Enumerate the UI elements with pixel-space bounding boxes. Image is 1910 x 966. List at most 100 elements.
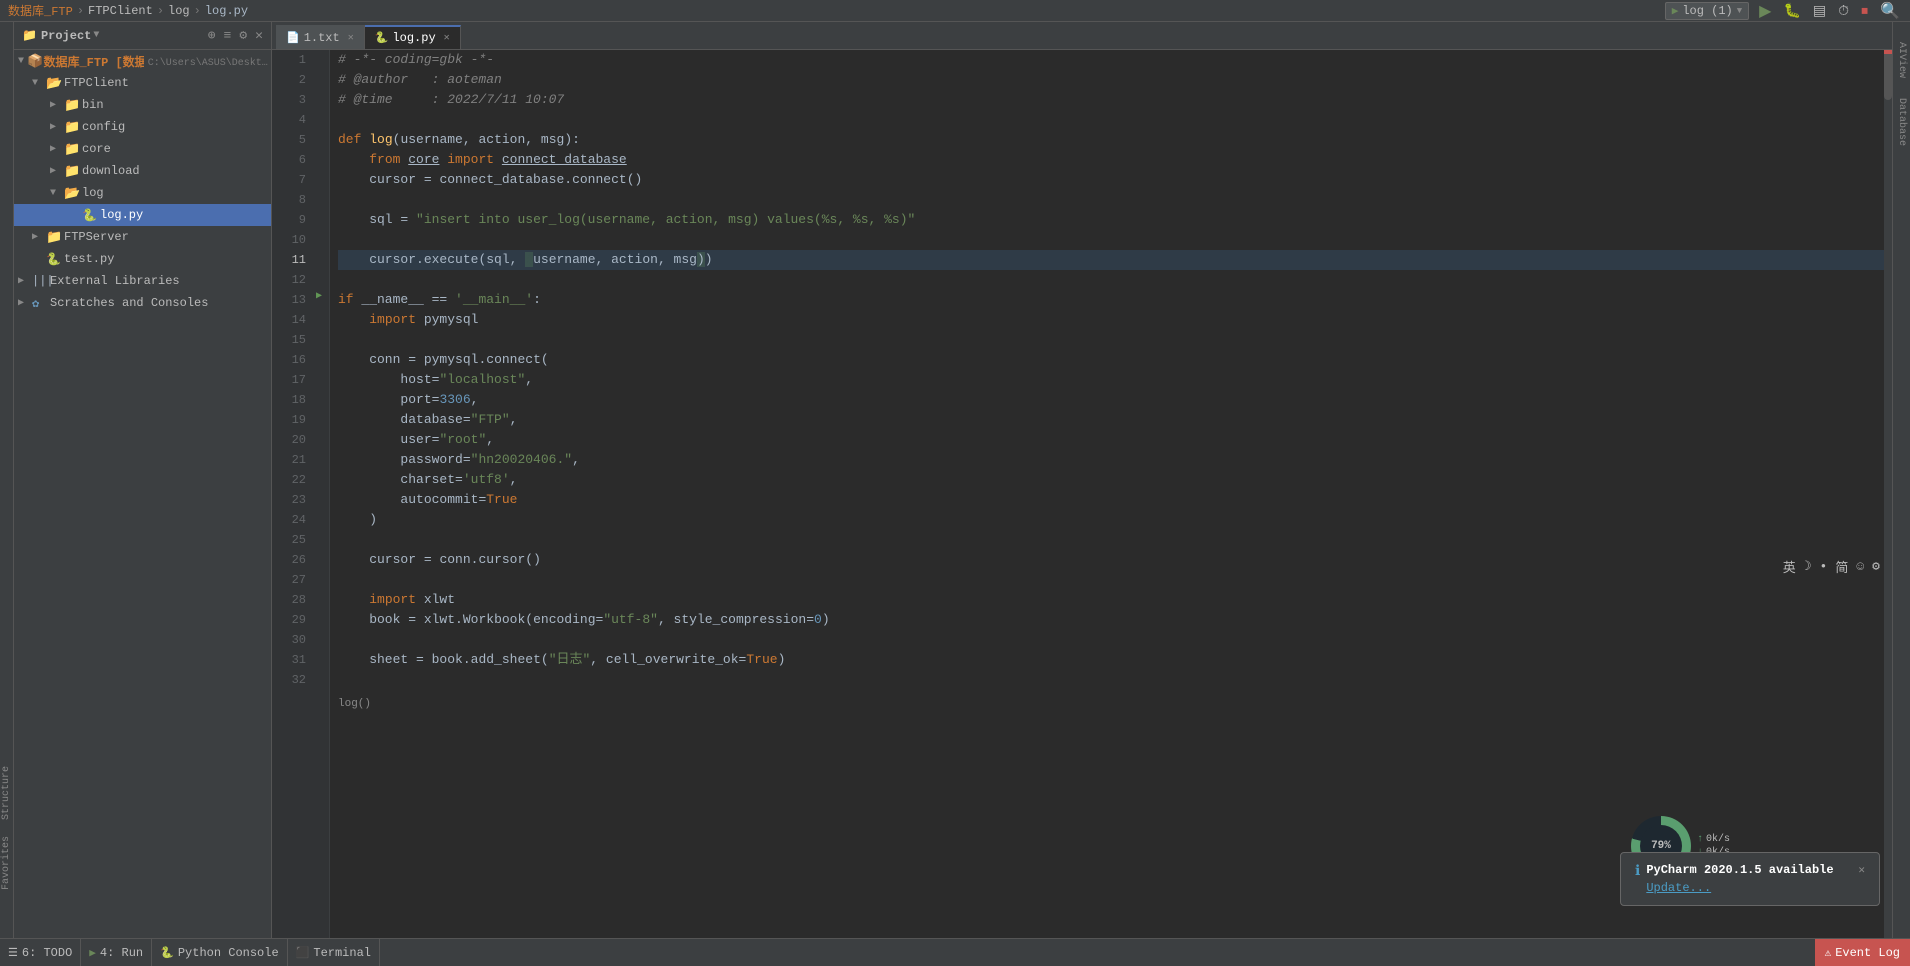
line-num-24: 24: [272, 510, 306, 530]
code-line-8: [338, 190, 1884, 210]
todo-btn[interactable]: ☰ 6: TODO: [0, 939, 81, 966]
code-line-22: charset='utf8',: [338, 470, 1884, 490]
code-line-1: # -*- coding=gbk -*-: [338, 50, 1884, 70]
code-line-32: [338, 670, 1884, 690]
locate-icon[interactable]: ⊕: [208, 28, 216, 43]
tabs-bar: 📄 1.txt ✕ 🐍 log.py ✕: [272, 22, 1892, 50]
fold-arrow-13[interactable]: ▶: [316, 290, 322, 302]
tab-logpy-close[interactable]: ✕: [444, 32, 450, 44]
tree-item-log-folder[interactable]: ▼ 📂 log: [14, 182, 271, 204]
breadcrumb-sep-0: ›: [77, 4, 84, 18]
settings-gear-icon[interactable]: ⚙: [239, 28, 247, 43]
collapse-icon[interactable]: ≡: [224, 28, 232, 43]
python-console-icon: 🐍: [160, 946, 174, 960]
code-line-20: user="root",: [338, 430, 1884, 450]
line-num-23: 23: [272, 490, 306, 510]
line-num-28: 28: [272, 590, 306, 610]
code-line-4: [338, 110, 1884, 130]
tree-item-ftpclient[interactable]: ▼ 📂 FTPClient: [14, 72, 271, 94]
stop-button[interactable]: ⏹: [1859, 2, 1870, 19]
tab-1txt-close[interactable]: ✕: [348, 32, 354, 44]
run-status-btn[interactable]: ▶ 4: Run: [81, 939, 152, 966]
code-line-17: host="localhost",: [338, 370, 1884, 390]
breadcrumb-part-1[interactable]: FTPClient: [88, 4, 153, 18]
tree-item-bin[interactable]: ▶ 📁 bin: [14, 94, 271, 116]
chinese-selector[interactable]: 简: [1835, 557, 1848, 576]
line-numbers: 1 2 3 4 5 6 7 8 9 10 11 12 13 14 15 16 1…: [272, 50, 314, 938]
ftpserver-label: FTPServer: [64, 230, 129, 244]
terminal-btn[interactable]: ⬛ Terminal: [288, 939, 380, 966]
notification-close-icon[interactable]: ✕: [1858, 863, 1865, 877]
coverage-button[interactable]: ▤: [1811, 2, 1828, 19]
arrow-config-icon: ▶: [50, 121, 64, 133]
tree-item-ftpserver[interactable]: ▶ 📁 FTPServer: [14, 226, 271, 248]
scrollbar-thumb[interactable]: [1884, 50, 1892, 100]
code-line-12: [338, 270, 1884, 290]
code-line-logcall: log(): [338, 694, 1884, 714]
run-status-icon: ▶: [89, 946, 96, 960]
code-line-25: [338, 530, 1884, 550]
structure-tab[interactable]: Structure: [0, 758, 13, 828]
search-button[interactable]: 🔍: [1878, 1, 1902, 21]
code-line-11: cursor.execute(sql, (username, action, m…: [338, 250, 1884, 270]
run-config-selector[interactable]: ▶ log (1) ▼: [1665, 2, 1749, 20]
code-line-5: def log(username, action, msg):: [338, 130, 1884, 150]
python-console-label: Python Console: [178, 946, 279, 960]
line-num-20: 20: [272, 430, 306, 450]
lang-selector[interactable]: 英: [1783, 557, 1796, 576]
line-num-1: 1: [272, 50, 306, 70]
code-line-28: import xlwt: [338, 590, 1884, 610]
notification-link[interactable]: Update...: [1646, 881, 1833, 895]
debug-button[interactable]: 🐛: [1781, 2, 1802, 19]
tree-item-test-py[interactable]: 🐍 test.py: [14, 248, 271, 270]
folder-log-icon: 📂: [64, 186, 82, 201]
favorites-tab[interactable]: Favorites: [0, 828, 13, 898]
right-scrollbar[interactable]: [1884, 50, 1892, 938]
code-line-3: # @time : 2022/7/11 10:07: [338, 90, 1884, 110]
tab-logpy-label: log.py: [392, 31, 435, 45]
breadcrumb-part-3[interactable]: log.py: [205, 4, 248, 18]
tree-item-log-py[interactable]: 🐍 log.py: [14, 204, 271, 226]
tab-1txt-label: 1.txt: [304, 31, 340, 45]
line-num-18: 18: [272, 390, 306, 410]
terminal-icon: ⬛: [296, 946, 310, 960]
database-tab[interactable]: Database: [1896, 98, 1907, 146]
tree-arrow-root: ▼: [18, 56, 27, 67]
run-button[interactable]: ▶: [1757, 1, 1773, 21]
external-libs-label: External Libraries: [50, 274, 180, 288]
title-bar: 数据库_FTP › FTPClient › log › log.py ▶ log…: [0, 0, 1910, 22]
left-side-tabs: Structure Favorites: [0, 22, 14, 938]
event-log-label: Event Log: [1835, 946, 1900, 960]
code-line-31: sheet = book.add_sheet("日志", cell_overwr…: [338, 650, 1884, 670]
folder-download-icon: 📁: [64, 164, 82, 179]
tree-item-download[interactable]: ▶ 📁 download: [14, 160, 271, 182]
tree-item-config[interactable]: ▶ 📁 config: [14, 116, 271, 138]
aiview-tab[interactable]: AIView: [1896, 42, 1907, 78]
line-num-12: 12: [272, 270, 306, 290]
config-label: config: [82, 120, 125, 134]
emoji-icon[interactable]: ☺: [1856, 559, 1864, 574]
notification-title-row: ℹ PyCharm 2020.1.5 available Update... ✕: [1635, 863, 1865, 895]
python-console-btn[interactable]: 🐍 Python Console: [152, 939, 288, 966]
moon-icon[interactable]: ☽: [1804, 559, 1812, 574]
tab-logpy[interactable]: 🐍 log.py ✕: [365, 25, 461, 49]
cpu-percent: 79%: [1651, 840, 1671, 852]
line-num-29: 29: [272, 610, 306, 630]
tab-1txt[interactable]: 📄 1.txt ✕: [276, 25, 365, 49]
close-panel-icon[interactable]: ✕: [255, 28, 263, 43]
line-num-19: 19: [272, 410, 306, 430]
breadcrumb-sep-1: ›: [157, 4, 164, 18]
breadcrumb-part-2[interactable]: log: [168, 4, 190, 18]
event-log-btn[interactable]: ⚠ Event Log: [1815, 939, 1910, 966]
tree-item-core[interactable]: ▶ 📁 core: [14, 138, 271, 160]
code-content[interactable]: # -*- coding=gbk -*- # @author : aoteman…: [330, 50, 1884, 938]
tree-root-item[interactable]: ▼ 📦 数据库_FTP [数据库+FTP] C:\Users\ASUS\Desk…: [14, 50, 271, 72]
profile-button[interactable]: ⏱: [1836, 2, 1851, 19]
line-num-27: 27: [272, 570, 306, 590]
tree-item-external-libs[interactable]: ▶ ||| External Libraries: [14, 270, 271, 292]
tree-item-scratches[interactable]: ▶ ✿ Scratches and Consoles: [14, 292, 271, 314]
line-num-10: 10: [272, 230, 306, 250]
breadcrumb-part-0[interactable]: 数据库_FTP: [8, 2, 73, 19]
settings-icon[interactable]: ⚙: [1872, 559, 1880, 574]
dot-icon: •: [1820, 559, 1828, 574]
